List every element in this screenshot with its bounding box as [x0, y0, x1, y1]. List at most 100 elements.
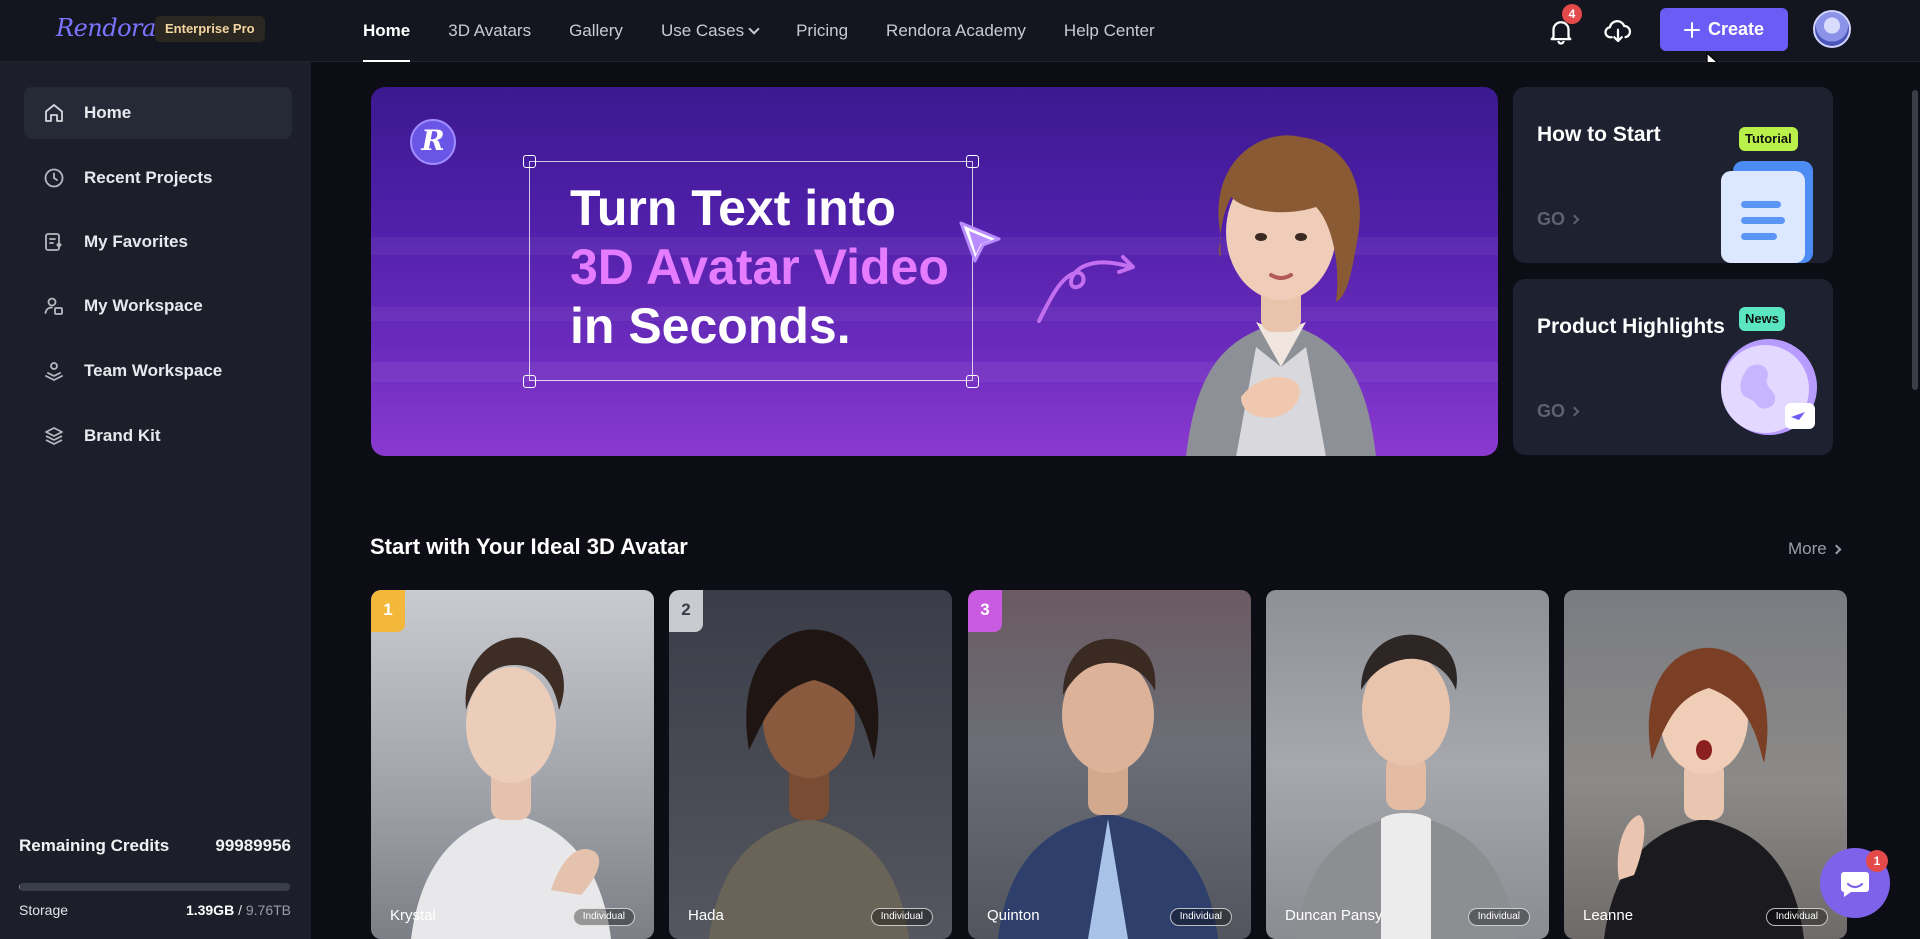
storage-row: Storage 1.39GB / 9.76TB	[19, 902, 291, 918]
avatar-card-quinton[interactable]: 3 Quinton Individual	[968, 590, 1251, 939]
chevron-down-icon	[748, 22, 760, 35]
avatar-name: Hada	[688, 907, 724, 924]
team-icon	[45, 362, 63, 381]
how-to-start-go[interactable]: GO	[1537, 209, 1580, 230]
main-nav: Home 3D Avatars Gallery Use Cases Pricin…	[363, 0, 1155, 62]
home-icon	[45, 104, 63, 122]
create-button[interactable]: Create	[1660, 8, 1788, 51]
section-title: Start with Your Ideal 3D Avatar	[370, 534, 688, 559]
sidebar-item-recent-projects[interactable]: Recent Projects	[24, 152, 292, 204]
top-bar: Rendora Enterprise Pro Home 3D Avatars G…	[0, 0, 1920, 62]
storage-total: 9.76TB	[245, 902, 291, 918]
nav-academy[interactable]: Rendora Academy	[886, 0, 1026, 62]
storage-label: Storage	[19, 902, 69, 918]
banner-headline: Turn Text into 3D Avatar Video in Second…	[570, 179, 949, 356]
avatar-image-krystal	[411, 637, 611, 939]
storage-value: 1.39GB / 9.76TB	[185, 902, 291, 918]
product-highlights-title: Product Highlights	[1537, 315, 1725, 338]
sidebar-item-label: Team Workspace	[84, 361, 223, 380]
nav-home[interactable]: Home	[363, 0, 411, 62]
sidebar-item-home[interactable]: Home	[24, 87, 292, 139]
nav-pricing[interactable]: Pricing	[796, 0, 848, 62]
credits-value: 99989956	[215, 836, 291, 855]
news-tag: News	[1739, 307, 1785, 331]
sidebar-item-my-favorites[interactable]: My Favorites	[24, 216, 292, 268]
nav-use-cases[interactable]: Use Cases	[660, 0, 760, 62]
more-link[interactable]: More	[1788, 539, 1842, 559]
resize-handle	[966, 375, 979, 388]
storage-used: 1.39GB	[185, 902, 235, 918]
sidebar-item-label: My Workspace	[84, 296, 203, 315]
sidebar-item-label: Recent Projects	[84, 168, 213, 187]
sidebar-item-label: Home	[84, 103, 132, 122]
rank-badge: 3	[968, 590, 1002, 632]
avatar-card-leanne[interactable]: Leanne Individual	[1564, 590, 1847, 939]
tutorial-tag: Tutorial	[1739, 127, 1798, 151]
hero-banner[interactable]: R Turn Text into 3D Avatar Video in Seco…	[371, 87, 1498, 456]
notification-badge: 4	[1562, 4, 1582, 24]
avatar-image-duncan-pansy	[1296, 634, 1516, 939]
nav-help-center[interactable]: Help Center	[1064, 0, 1155, 62]
chat-badge: 1	[1866, 850, 1888, 872]
storage-bar	[19, 883, 290, 891]
avatar-card-duncan-pansy[interactable]: Duncan Pansy Individual	[1266, 590, 1549, 939]
credits-label: Remaining Credits	[19, 836, 170, 855]
cloud-download-icon[interactable]	[1603, 16, 1633, 46]
document-icon	[1721, 161, 1813, 263]
avatar-name: Quinton	[987, 907, 1040, 924]
chevron-right-icon	[1569, 406, 1580, 417]
plus-icon	[1683, 21, 1700, 38]
how-to-start-card[interactable]: How to Start GO Tutorial	[1513, 87, 1833, 263]
avatar-type-pill: Individual	[870, 908, 933, 926]
sidebar-item-team-workspace[interactable]: Team Workspace	[24, 345, 292, 397]
avatar-card-hada[interactable]: 2 Hada Individual	[669, 590, 952, 939]
nav-use-cases-label: Use Cases	[660, 21, 745, 40]
pointer-arrow-icon	[959, 221, 1001, 263]
product-highlights-card[interactable]: Product Highlights GO News	[1513, 279, 1833, 455]
chat-bubble-icon	[1841, 872, 1869, 897]
resize-handle	[523, 375, 536, 388]
banner-line-1: Turn Text into	[570, 180, 896, 236]
globe-icon	[1721, 339, 1817, 435]
product-highlights-go[interactable]: GO	[1537, 401, 1580, 422]
sidebar: Home Recent Projects My Favorites My Wor…	[0, 62, 311, 939]
resize-handle	[523, 155, 536, 168]
sidebar-item-brand-kit[interactable]: Brand Kit	[24, 410, 292, 462]
more-label: More	[1788, 539, 1827, 558]
sidebar-item-my-workspace[interactable]: My Workspace	[24, 280, 292, 332]
brand-logo[interactable]: Rendora	[56, 14, 156, 42]
sidebar-item-label: My Favorites	[84, 232, 188, 251]
layers-icon	[45, 427, 63, 445]
go-label: GO	[1537, 401, 1566, 421]
avatar-name: Duncan Pansy	[1285, 907, 1383, 924]
avatar-card-krystal[interactable]: 1 Krystal Individual	[371, 590, 654, 939]
nav-3d-avatars[interactable]: 3D Avatars	[448, 0, 531, 62]
credits-row: Remaining Credits 99989956	[19, 836, 291, 856]
rank-badge: 1	[371, 590, 405, 632]
presenter-avatar-image	[1186, 135, 1376, 456]
banner-line-3: in Seconds.	[570, 298, 851, 354]
avatar-name: Krystal	[390, 907, 436, 924]
avatar-image-leanne	[1604, 647, 1804, 939]
workspace-icon	[44, 297, 63, 315]
banner-line-2: 3D Avatar Video	[570, 239, 949, 295]
plan-badge: Enterprise Pro	[155, 16, 265, 42]
banner-logo: R	[410, 119, 456, 165]
resize-handle	[966, 155, 979, 168]
sidebar-item-label: Brand Kit	[84, 426, 161, 445]
avatar-type-pill: Individual	[572, 908, 635, 926]
chevron-right-icon	[1569, 214, 1580, 225]
avatar-image-quinton	[998, 638, 1218, 939]
how-to-start-title: How to Start	[1537, 123, 1661, 146]
scrollbar-thumb[interactable]	[1912, 90, 1918, 390]
avatar-name: Leanne	[1583, 907, 1634, 924]
create-label: Create	[1707, 19, 1765, 39]
go-label: GO	[1537, 209, 1566, 229]
avatar-type-pill: Individual	[1169, 908, 1232, 926]
nav-gallery[interactable]: Gallery	[569, 0, 623, 62]
user-avatar[interactable]	[1813, 10, 1851, 48]
favorites-icon	[45, 233, 62, 251]
rank-badge: 2	[669, 590, 703, 632]
chevron-right-icon	[1831, 544, 1842, 554]
clock-icon	[44, 168, 64, 188]
